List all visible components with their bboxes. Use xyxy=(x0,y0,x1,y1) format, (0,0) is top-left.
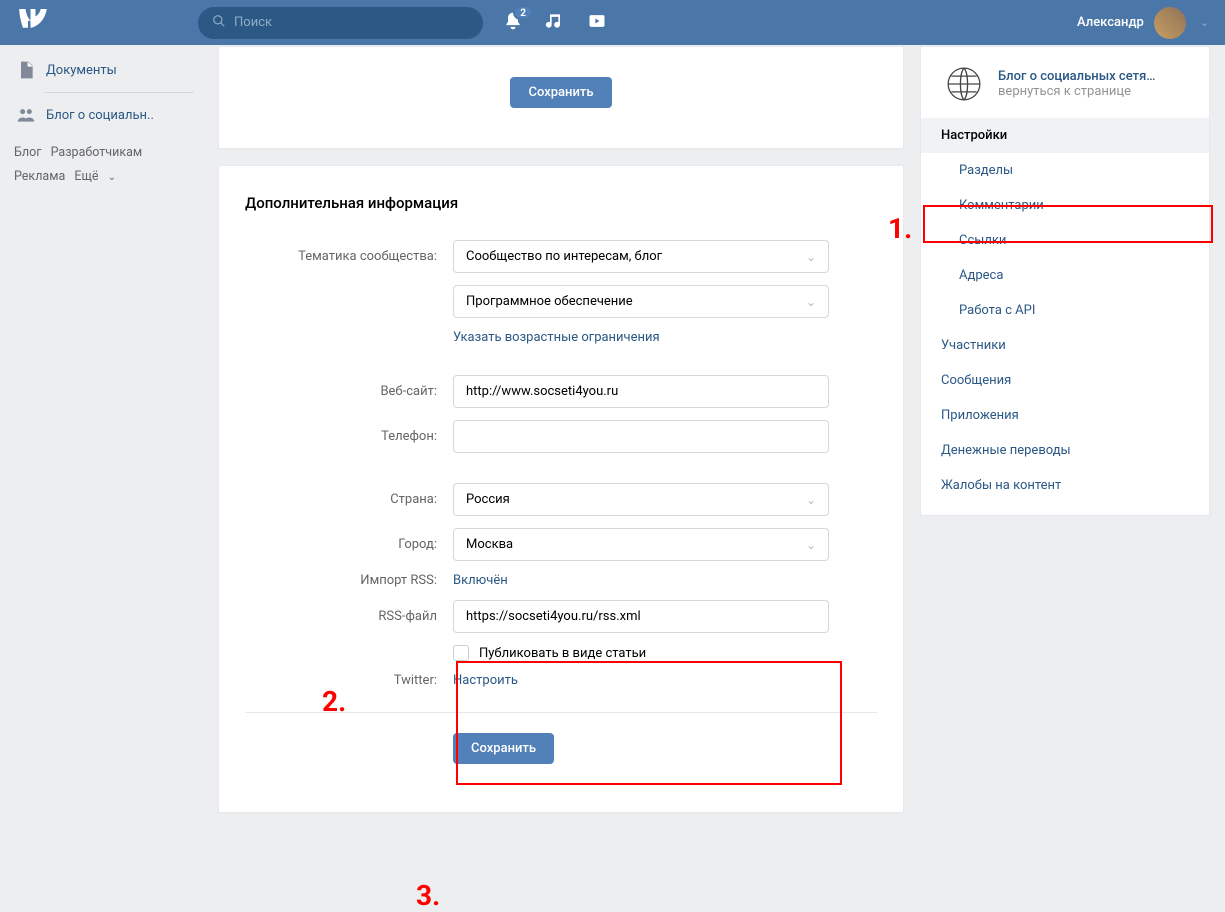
phone-input[interactable] xyxy=(453,420,829,453)
header-bar: 2 Александр ⌄ xyxy=(0,0,1225,45)
video-icon[interactable] xyxy=(587,11,607,35)
top-save-panel: Сохранить xyxy=(218,46,904,149)
left-nav-documents[interactable]: Документы xyxy=(14,54,208,86)
right-column: Блог о социальных сетя… вернуться к стра… xyxy=(920,46,1210,813)
footer-blog-link[interactable]: Блог xyxy=(14,145,41,160)
footer-developers-link[interactable]: Разработчикам xyxy=(51,145,143,160)
additional-info-panel: Дополнительная информация Тематика сообщ… xyxy=(218,165,904,813)
chevron-down-icon: ⌄ xyxy=(806,493,816,507)
rssfile-label: RSS-файл xyxy=(245,609,453,624)
vk-logo[interactable] xyxy=(18,4,58,41)
publish-article-checkbox-row[interactable]: Публиковать в виде статьи xyxy=(453,645,829,661)
country-value: Россия xyxy=(466,492,510,507)
sidebar-item-settings[interactable]: Настройки xyxy=(921,118,1209,153)
topic-label: Тематика сообщества: xyxy=(245,249,453,264)
left-nav-item-label: Блог о социальн.. xyxy=(46,108,154,123)
left-nav: Документы Блог о социальн.. Блог Разрабо… xyxy=(0,46,218,813)
annotation-number-3: 3. xyxy=(416,879,440,912)
footer-ads-link[interactable]: Реклама xyxy=(14,169,65,184)
avatar xyxy=(1154,7,1186,39)
username: Александр xyxy=(1077,15,1144,30)
website-input[interactable] xyxy=(453,375,829,408)
rssfile-input[interactable] xyxy=(453,600,829,633)
topic-subvalue: Программное обеспечение xyxy=(466,294,633,309)
website-label: Веб-сайт: xyxy=(245,384,453,399)
twitter-label: Twitter: xyxy=(245,673,453,688)
chevron-down-icon: ⌄ xyxy=(1200,16,1209,29)
main-column: Сохранить Дополнительная информация Тема… xyxy=(218,46,904,813)
sidebar-item-apps[interactable]: Приложения xyxy=(921,398,1209,433)
group-icon xyxy=(16,105,36,125)
annotation-number-1: 1. xyxy=(888,212,912,245)
sidebar-item-transfers[interactable]: Денежные переводы xyxy=(921,433,1209,468)
left-nav-item-label: Документы xyxy=(46,63,117,78)
sidebar-item-sections[interactable]: Разделы xyxy=(921,153,1209,188)
document-icon xyxy=(16,60,36,80)
annotation-number-2: 2. xyxy=(322,685,346,718)
rss-status-link[interactable]: Включён xyxy=(453,573,508,588)
divider xyxy=(44,92,194,93)
rss-label: Импорт RSS: xyxy=(245,573,453,588)
sidebar-header[interactable]: Блог о социальных сетя… вернуться к стра… xyxy=(921,61,1209,118)
country-select[interactable]: Россия ⌄ xyxy=(453,483,829,516)
search-input[interactable] xyxy=(234,15,469,30)
save-button-top[interactable]: Сохранить xyxy=(510,77,611,108)
community-logo-icon xyxy=(941,61,986,106)
notifications-badge: 2 xyxy=(513,5,533,20)
sidebar-item-messages[interactable]: Сообщения xyxy=(921,363,1209,398)
sidebar-item-members[interactable]: Участники xyxy=(921,328,1209,363)
sidebar-item-complaints[interactable]: Жалобы на контент xyxy=(921,468,1209,503)
sidebar-item-links[interactable]: Ссылки xyxy=(921,223,1209,258)
chevron-down-icon: ⌄ xyxy=(806,250,816,264)
right-sidebar-panel: Блог о социальных сетя… вернуться к стра… xyxy=(920,46,1210,516)
save-button-bottom[interactable]: Сохранить xyxy=(453,733,554,764)
topic-select[interactable]: Сообщество по интересам, блог ⌄ xyxy=(453,240,829,273)
checkbox-icon xyxy=(453,645,469,661)
city-select[interactable]: Москва ⌄ xyxy=(453,528,829,561)
sidebar-item-comments[interactable]: Комментарии xyxy=(921,188,1209,223)
publish-article-label: Публиковать в виде статьи xyxy=(479,646,646,661)
community-title: Блог о социальных сетя… xyxy=(998,69,1156,84)
chevron-down-icon: ⌄ xyxy=(806,538,816,552)
footer-links: Блог Разработчикам Реклама Ещё ⌄ xyxy=(14,141,208,190)
music-icon[interactable] xyxy=(545,11,565,35)
topic-subselect[interactable]: Программное обеспечение ⌄ xyxy=(453,285,829,318)
user-menu[interactable]: Александр ⌄ xyxy=(1077,7,1215,39)
city-value: Москва xyxy=(466,537,513,552)
sidebar-item-api[interactable]: Работа с API xyxy=(921,293,1209,328)
search-icon xyxy=(212,14,226,32)
city-label: Город: xyxy=(245,537,453,552)
notifications-icon[interactable]: 2 xyxy=(503,11,523,35)
community-subtitle: вернуться к странице xyxy=(998,84,1156,99)
twitter-configure-link[interactable]: Настроить xyxy=(453,673,518,688)
sidebar-item-addresses[interactable]: Адреса xyxy=(921,258,1209,293)
search-box[interactable] xyxy=(198,7,483,39)
left-nav-blog[interactable]: Блог о социальн.. xyxy=(14,99,208,131)
country-label: Страна: xyxy=(245,492,453,507)
age-restriction-link[interactable]: Указать возрастные ограничения xyxy=(453,330,660,345)
footer-more-link[interactable]: Ещё ⌄ xyxy=(74,169,122,184)
header-icons: 2 xyxy=(503,11,607,35)
section-title: Дополнительная информация xyxy=(245,194,877,212)
chevron-down-icon: ⌄ xyxy=(806,295,816,309)
phone-label: Телефон: xyxy=(245,429,453,444)
topic-value: Сообщество по интересам, блог xyxy=(466,249,662,264)
